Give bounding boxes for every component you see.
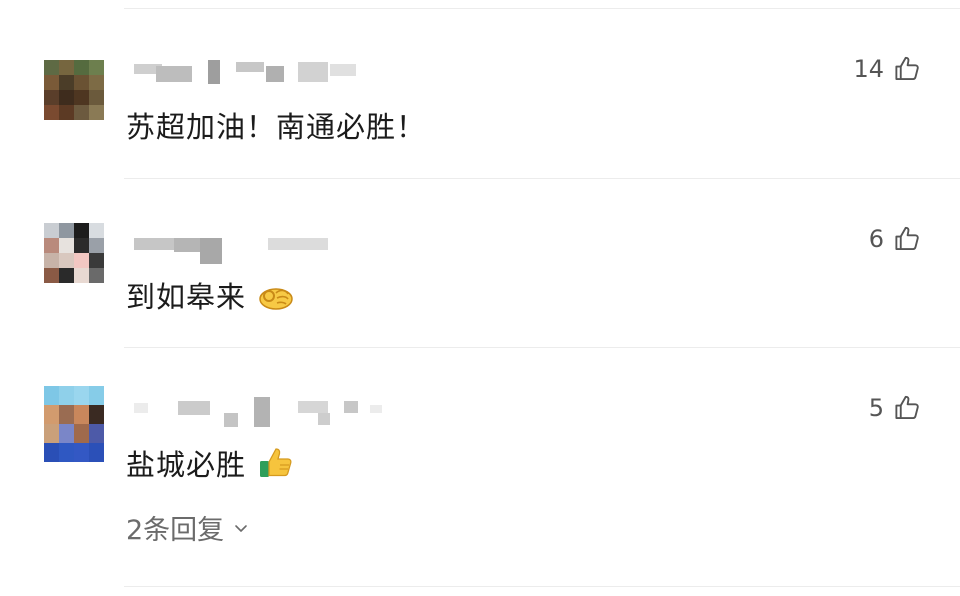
avatar-mosaic-cell — [59, 386, 74, 405]
avatar-mosaic-cell — [89, 223, 104, 238]
username-blurred[interactable] — [130, 234, 330, 264]
avatar-mosaic-cell — [74, 253, 89, 268]
avatar-mosaic-cell — [89, 386, 104, 405]
avatar-mosaic-cell — [74, 223, 89, 238]
avatar-mosaic-cell — [89, 238, 104, 253]
avatar-mosaic-cell — [44, 253, 59, 268]
avatar-mosaic-cell — [44, 238, 59, 253]
avatar-mosaic-cell — [74, 268, 89, 283]
avatar-mosaic-cell — [74, 60, 89, 75]
avatar-mosaic-cell — [74, 238, 89, 253]
comment-text: 盐城必胜 — [126, 442, 294, 484]
avatar-mosaic-cell — [44, 75, 59, 90]
replies-label: 2条回复 — [126, 515, 225, 546]
avatar-mosaic-cell — [74, 105, 89, 120]
avatar-mosaic-cell — [44, 60, 59, 75]
avatar-mosaic-cell — [59, 405, 74, 424]
avatar-mosaic-cell — [89, 443, 104, 462]
thumbs-up-icon — [895, 226, 919, 250]
avatar-mosaic-cell — [89, 424, 104, 443]
view-replies-button[interactable]: 2条回复 — [126, 508, 250, 547]
thumbs-up-icon — [895, 56, 919, 80]
avatar-mosaic-cell — [74, 386, 89, 405]
like-count: 14 — [853, 55, 884, 83]
like-button[interactable]: 14 — [853, 54, 922, 84]
avatar-mosaic-cell — [89, 90, 104, 105]
avatar-mosaic-cell — [44, 424, 59, 443]
avatar-mosaic-cell — [44, 443, 59, 462]
avatar-mosaic-cell — [44, 223, 59, 238]
avatar-mosaic-cell — [59, 268, 74, 283]
avatar[interactable] — [44, 386, 104, 462]
avatar-mosaic-cell — [74, 90, 89, 105]
avatar-mosaic-cell — [74, 424, 89, 443]
avatar-mosaic-cell — [59, 238, 74, 253]
avatar-mosaic-cell — [59, 443, 74, 462]
thumbs-up-emoji-icon — [260, 448, 292, 477]
avatar-mosaic-cell — [74, 443, 89, 462]
like-button[interactable]: 5 — [869, 393, 922, 423]
top-divider — [124, 8, 960, 9]
avatar-mosaic-cell — [89, 75, 104, 90]
avatar-mosaic-cell — [44, 386, 59, 405]
avatar-mosaic-cell — [44, 405, 59, 424]
like-count: 6 — [868, 225, 884, 253]
like-count: 5 — [868, 394, 884, 422]
avatar-mosaic-cell — [44, 90, 59, 105]
avatar-mosaic-cell — [74, 405, 89, 424]
avatar-mosaic-cell — [59, 424, 74, 443]
username-blurred[interactable] — [130, 60, 360, 84]
avatar-mosaic-cell — [59, 223, 74, 238]
avatar-mosaic-cell — [59, 105, 74, 120]
avatar-mosaic-cell — [59, 90, 74, 105]
comment-divider — [124, 586, 960, 587]
comment-text: 苏超加油！南通必胜！ — [126, 110, 427, 144]
comment-divider — [124, 347, 960, 348]
avatar-mosaic-cell — [74, 75, 89, 90]
avatar-mosaic-cell — [59, 75, 74, 90]
avatar-mosaic-cell — [44, 268, 59, 283]
comment-text: 到如皋来 — [126, 274, 294, 316]
avatar-mosaic-cell — [89, 60, 104, 75]
thumbs-up-icon — [895, 395, 919, 419]
avatar[interactable] — [44, 223, 104, 283]
username-blurred[interactable] — [130, 397, 390, 427]
avatar[interactable] — [44, 60, 104, 120]
avatar-mosaic-cell — [59, 253, 74, 268]
chevron-down-icon — [235, 524, 247, 532]
avatar-mosaic-cell — [89, 253, 104, 268]
avatar-mosaic-cell — [89, 268, 104, 283]
ok-hand-emoji-icon — [259, 288, 293, 310]
avatar-mosaic-cell — [59, 60, 74, 75]
like-button[interactable]: 6 — [869, 224, 922, 254]
comment-divider — [124, 178, 960, 179]
avatar-mosaic-cell — [44, 105, 59, 120]
avatar-mosaic-cell — [89, 405, 104, 424]
avatar-mosaic-cell — [89, 105, 104, 120]
